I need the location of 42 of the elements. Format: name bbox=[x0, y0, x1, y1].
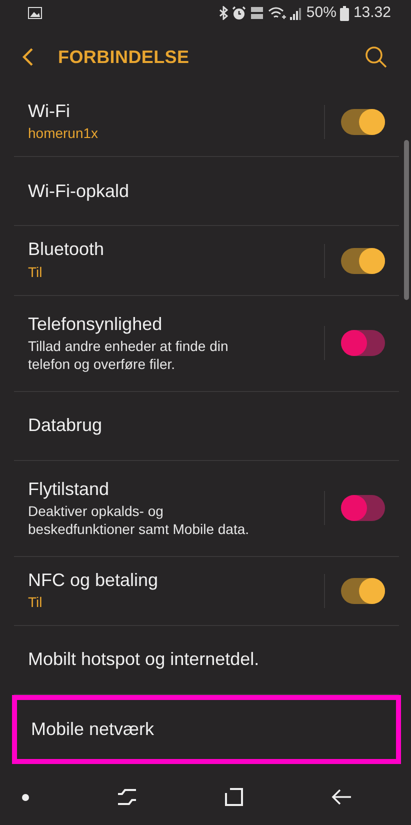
setting-status: homerun1x bbox=[28, 124, 100, 144]
page-title: FORBINDELSE bbox=[58, 46, 190, 68]
setting-row[interactable]: Wi-Fi-opkald bbox=[14, 157, 399, 226]
battery-percentage: 50% bbox=[306, 2, 336, 23]
toggle-switch[interactable] bbox=[341, 578, 385, 604]
setting-row[interactable]: Mobilt hotspot og internetdel. bbox=[14, 626, 399, 696]
image-icon bbox=[28, 7, 42, 19]
setting-description: Tillad andre enheder at finde din telefon og overføre filer. bbox=[28, 336, 230, 374]
setting-title: Mobilt hotspot og internetdel. bbox=[28, 648, 260, 672]
recent-apps-icon[interactable] bbox=[117, 788, 137, 806]
setting-status: Til bbox=[28, 262, 44, 282]
setting-title: Databrug bbox=[28, 414, 104, 438]
bluetooth-icon bbox=[219, 6, 228, 20]
toggle-switch[interactable] bbox=[341, 109, 385, 136]
highlighted-setting-row[interactable]: Mobile netværk bbox=[12, 695, 401, 764]
toggle-switch[interactable] bbox=[341, 495, 385, 522]
setting-row[interactable]: Telefonsynlighed Tillad andre enheder at finde din telefon og overføre filer. bbox=[14, 296, 399, 392]
search-icon[interactable] bbox=[365, 46, 387, 68]
setting-row[interactable]: Wi-Fi homerun1x bbox=[14, 88, 399, 158]
setting-row[interactable]: NFC og betaling Til bbox=[14, 556, 399, 626]
battery-icon bbox=[340, 6, 350, 20]
setting-title: Flytilstand bbox=[28, 478, 110, 502]
setting-row[interactable]: Bluetooth Til bbox=[14, 226, 399, 296]
back-icon[interactable] bbox=[22, 47, 34, 67]
toggle-switch[interactable] bbox=[341, 330, 385, 356]
home-icon[interactable] bbox=[225, 788, 243, 806]
setting-status: Til bbox=[28, 593, 44, 612]
toggle-switch[interactable] bbox=[341, 248, 385, 274]
wifi-icon bbox=[268, 6, 286, 20]
alarm-icon bbox=[232, 6, 246, 20]
setting-row[interactable]: Databrug bbox=[14, 392, 399, 461]
setting-description: Deaktiver opkalds- og beskedfunktioner samt Mobile data. bbox=[28, 502, 250, 538]
setting-title: Telefonsynlighed bbox=[28, 313, 164, 336]
dot-icon[interactable] bbox=[22, 794, 29, 800]
signal-icon bbox=[290, 6, 302, 20]
setting-title: NFC og betaling bbox=[28, 568, 160, 592]
clock-time: 13.32 bbox=[353, 2, 391, 23]
setting-title: Wi-Fi-opkald bbox=[28, 180, 130, 203]
setting-title: Mobile netværk bbox=[31, 718, 156, 741]
setting-row[interactable]: Flytilstand Deaktiver opkalds- og beskedfunktioner samt Mobile data. bbox=[14, 460, 399, 557]
setting-title: Wi-Fi bbox=[28, 100, 71, 123]
setting-title: Bluetooth bbox=[28, 238, 106, 262]
